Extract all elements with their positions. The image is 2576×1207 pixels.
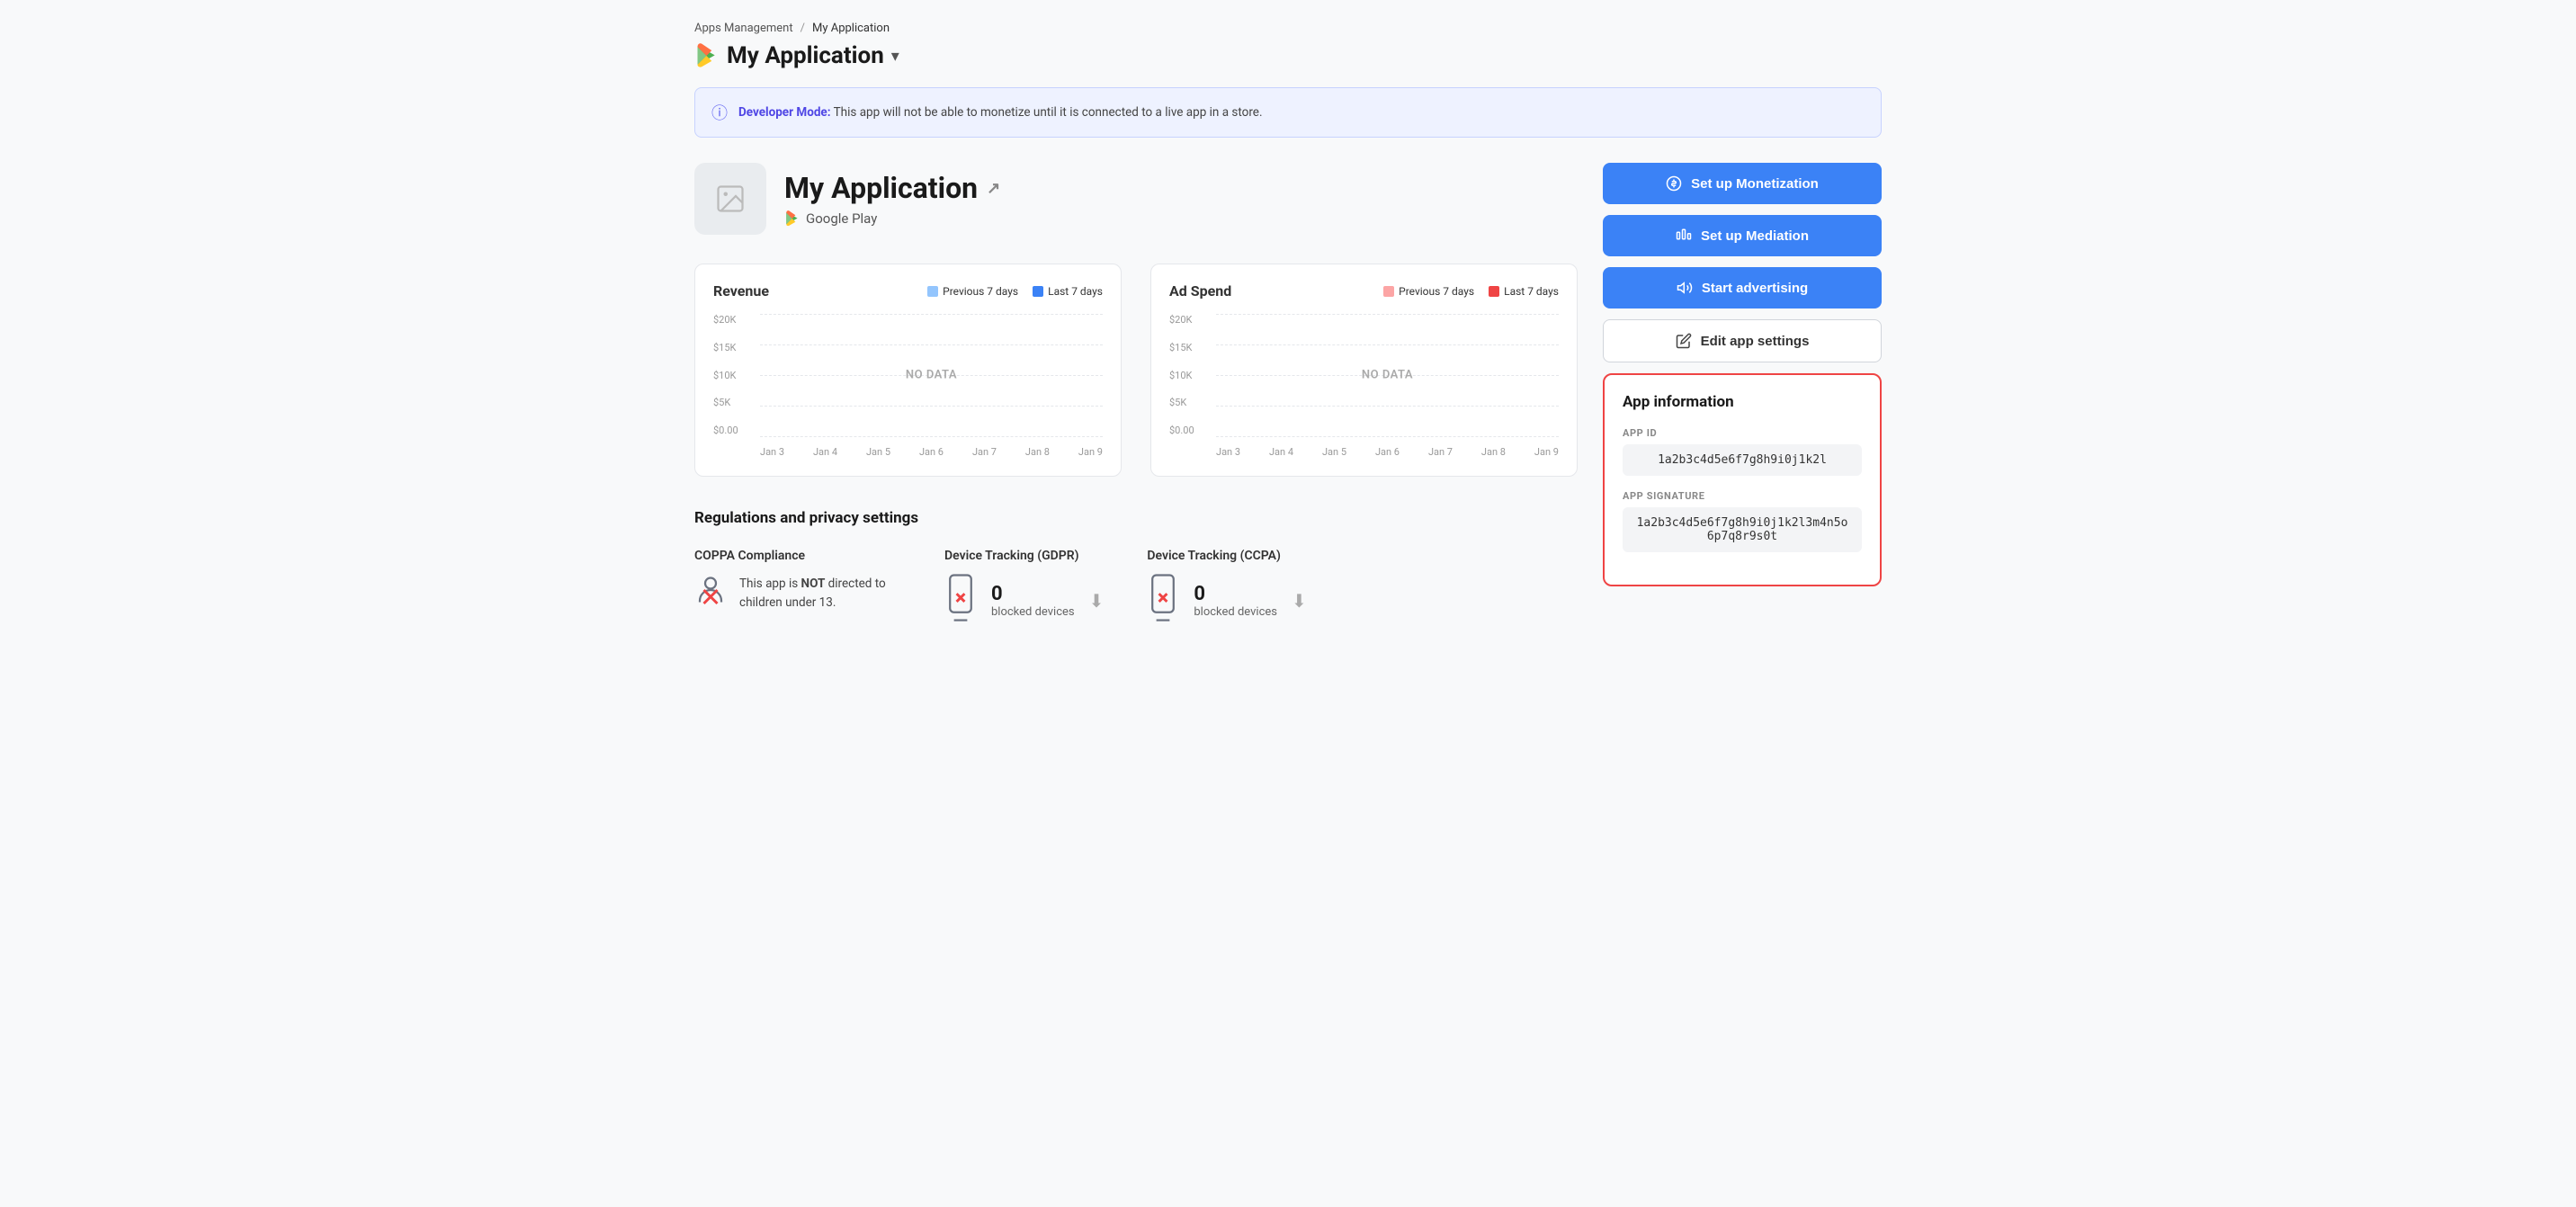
- adspend-chart-title: Ad Spend: [1169, 282, 1231, 300]
- revenue-x-axis: Jan 3 Jan 4 Jan 5 Jan 6 Jan 7 Jan 8 Jan …: [760, 446, 1103, 458]
- revenue-chart: Revenue Previous 7 days Last 7 days: [694, 264, 1122, 477]
- breadcrumb-separator: /: [801, 22, 805, 35]
- app-title: My Application: [727, 42, 884, 69]
- adspend-chart-legend: Previous 7 days Last 7 days: [1383, 285, 1559, 298]
- adspend-chart: Ad Spend Previous 7 days Last 7 days: [1150, 264, 1578, 477]
- revenue-chart-body: NO DATA: [760, 314, 1103, 436]
- adspend-last-label: Last 7 days: [1504, 285, 1559, 298]
- gdpr-count-label: blocked devices: [991, 605, 1075, 619]
- adspend-chart-header: Ad Spend Previous 7 days Last 7 days: [1169, 282, 1559, 300]
- gdpr-count-block: 0 blocked devices: [991, 583, 1075, 619]
- main-content: My Application ↗ Google Play: [694, 163, 1882, 628]
- app-title-chevron[interactable]: ▾: [891, 47, 899, 66]
- coppa-icon: [694, 574, 727, 612]
- revenue-chart-header: Revenue Previous 7 days Last 7 days: [713, 282, 1103, 300]
- external-link-icon[interactable]: ↗: [987, 179, 1000, 198]
- advertising-button[interactable]: Start advertising: [1603, 267, 1882, 308]
- left-content: My Application ↗ Google Play: [694, 163, 1578, 628]
- app-main-name: My Application ↗: [784, 171, 1000, 205]
- edit-settings-button[interactable]: Edit app settings: [1603, 319, 1882, 362]
- advertising-icon: [1677, 280, 1693, 296]
- ccpa-download-icon[interactable]: ⬇: [1292, 590, 1307, 612]
- app-id-label: APP ID: [1623, 427, 1862, 439]
- revenue-legend-last: Last 7 days: [1033, 285, 1103, 298]
- dev-mode-description: This app will not be able to monetize un…: [834, 105, 1263, 120]
- adspend-prev-label: Previous 7 days: [1399, 285, 1474, 298]
- mediation-icon: [1676, 228, 1692, 244]
- app-store-badge: Google Play: [784, 210, 1000, 227]
- app-signature-label: APP SIGNATURE: [1623, 490, 1862, 502]
- adspend-prev-dot: [1383, 286, 1394, 297]
- breadcrumb: Apps Management / My Application: [694, 22, 1882, 35]
- ccpa-icon: [1147, 574, 1179, 628]
- gdpr-item: Device Tracking (GDPR): [944, 549, 1104, 628]
- app-name-text: My Application: [784, 171, 978, 205]
- adspend-last-dot: [1489, 286, 1499, 297]
- app-signature-value[interactable]: 1a2b3c4d5e6f7g8h9i0j1k2l3m4n5o6p7q8r9s0t: [1623, 507, 1862, 552]
- coppa-item: COPPA Compliance: [694, 549, 901, 628]
- coppa-text-pre: This app is: [739, 577, 801, 591]
- revenue-chart-area: $20K $15K $10K $5K $0.00: [713, 314, 1103, 458]
- monetization-button[interactable]: Set up Monetization: [1603, 163, 1882, 204]
- charts-section: Revenue Previous 7 days Last 7 days: [694, 264, 1578, 477]
- adspend-legend-prev: Previous 7 days: [1383, 285, 1474, 298]
- info-icon: ⓘ: [711, 101, 728, 124]
- store-name: Google Play: [806, 210, 877, 227]
- app-id-value[interactable]: 1a2b3c4d5e6f7g8h9i0j1k2l: [1623, 444, 1862, 476]
- revenue-chart-title: Revenue: [713, 282, 769, 300]
- adspend-chart-body: NO DATA: [1216, 314, 1559, 436]
- mediation-button-label: Set up Mediation: [1701, 228, 1809, 244]
- ccpa-content: 0 blocked devices ⬇: [1147, 574, 1306, 628]
- revenue-legend-prev: Previous 7 days: [927, 285, 1018, 298]
- monetization-button-label: Set up Monetization: [1691, 176, 1819, 192]
- ccpa-count: 0: [1194, 583, 1277, 605]
- gdpr-download-icon[interactable]: ⬇: [1089, 590, 1105, 612]
- adspend-chart-area: $20K $15K $10K $5K $0.00: [1169, 314, 1559, 458]
- revenue-last-dot: [1033, 286, 1043, 297]
- adspend-no-data: NO DATA: [1362, 369, 1413, 382]
- adspend-x-axis: Jan 3 Jan 4 Jan 5 Jan 6 Jan 7 Jan 8 Jan …: [1216, 446, 1559, 458]
- ccpa-count-label: blocked devices: [1194, 605, 1277, 619]
- dev-mode-label: Developer Mode:: [738, 105, 831, 120]
- adspend-y-axis: $20K $15K $10K $5K $0.00: [1169, 314, 1212, 436]
- revenue-y-axis: $20K $15K $10K $5K $0.00: [713, 314, 756, 436]
- ccpa-count-block: 0 blocked devices: [1194, 583, 1277, 619]
- ccpa-label: Device Tracking (CCPA): [1147, 549, 1306, 563]
- coppa-text: This app is NOT directed to children und…: [739, 575, 901, 612]
- breadcrumb-parent[interactable]: Apps Management: [694, 22, 793, 35]
- monetization-icon: [1666, 175, 1682, 192]
- revenue-no-data: NO DATA: [906, 369, 957, 382]
- app-icon: [694, 163, 766, 235]
- app-title-row: My Application ▾: [694, 42, 1882, 69]
- edit-settings-icon: [1676, 333, 1692, 349]
- gdpr-icon: [944, 574, 977, 628]
- right-sidebar: Set up Monetization Set up Mediation Sta…: [1603, 163, 1882, 586]
- breadcrumb-current: My Application: [812, 22, 890, 35]
- gdpr-label: Device Tracking (GDPR): [944, 549, 1104, 563]
- dev-mode-banner: ⓘ Developer Mode: This app will not be a…: [694, 87, 1882, 138]
- revenue-chart-legend: Previous 7 days Last 7 days: [927, 285, 1103, 298]
- edit-settings-button-label: Edit app settings: [1701, 334, 1810, 349]
- coppa-content: This app is NOT directed to children und…: [694, 574, 901, 612]
- advertising-button-label: Start advertising: [1702, 281, 1808, 296]
- adspend-legend-last: Last 7 days: [1489, 285, 1559, 298]
- app-header: My Application ↗ Google Play: [694, 163, 1578, 235]
- dev-mode-text: Developer Mode: This app will not be abl…: [738, 105, 1263, 120]
- coppa-label: COPPA Compliance: [694, 549, 901, 563]
- ccpa-item: Device Tracking (CCPA): [1147, 549, 1306, 628]
- gdpr-count: 0: [991, 583, 1075, 605]
- regulations-title: Regulations and privacy settings: [694, 509, 1578, 527]
- app-info-title: App information: [1623, 393, 1862, 411]
- mediation-button[interactable]: Set up Mediation: [1603, 215, 1882, 256]
- revenue-prev-label: Previous 7 days: [943, 285, 1018, 298]
- revenue-last-label: Last 7 days: [1048, 285, 1103, 298]
- regulations-section: Regulations and privacy settings COPPA C…: [694, 509, 1578, 628]
- coppa-bold: NOT: [801, 577, 826, 591]
- app-info-card: App information APP ID 1a2b3c4d5e6f7g8h9…: [1603, 373, 1882, 586]
- gdpr-content: 0 blocked devices ⬇: [944, 574, 1104, 628]
- regulations-grid: COPPA Compliance: [694, 549, 1578, 628]
- google-play-icon: [694, 43, 720, 68]
- app-name-block: My Application ↗ Google Play: [784, 171, 1000, 227]
- revenue-prev-dot: [927, 286, 938, 297]
